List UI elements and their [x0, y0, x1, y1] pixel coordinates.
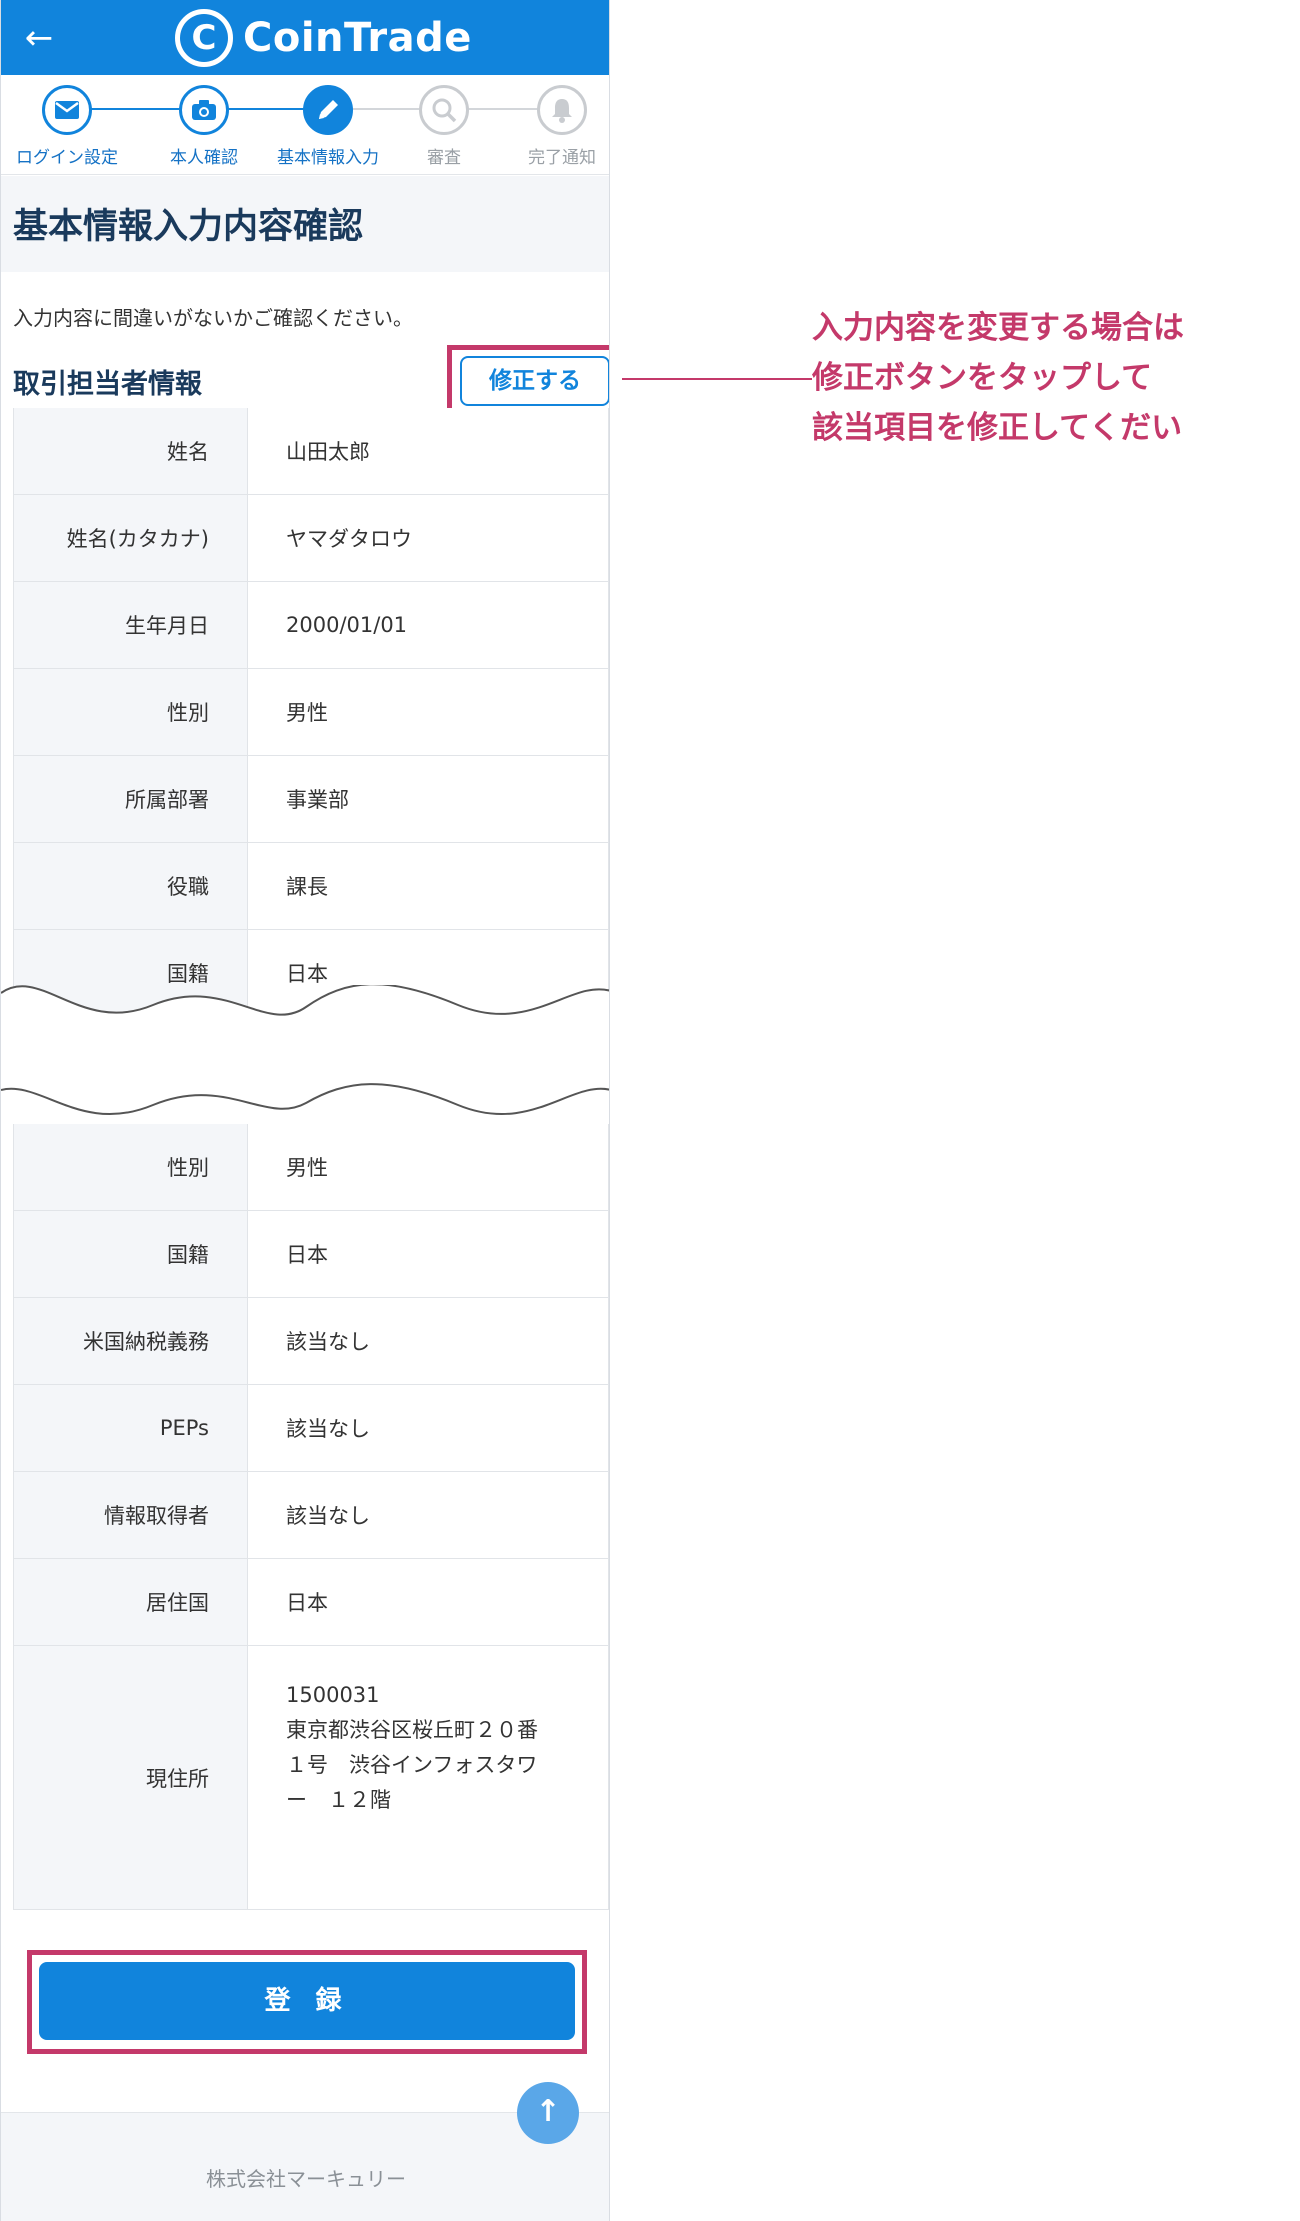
annotation-connector	[622, 378, 812, 380]
step-review: 審査	[384, 85, 504, 168]
annotation-line: 該当項目を修正してくだい	[812, 410, 1183, 446]
row-label: PEPs	[14, 1385, 247, 1471]
row-value: 1500031 東京都渋谷区桜丘町２０番 １号 渋谷インフォスタワ ー １２階	[247, 1646, 608, 1909]
step-label: 審査	[427, 148, 461, 168]
row-value: 山田太郎	[247, 408, 608, 494]
row-value: 該当なし	[247, 1472, 608, 1558]
row-label: 現住所	[14, 1646, 247, 1909]
scroll-to-top-icon[interactable]: ↑	[517, 2082, 579, 2144]
row-label: 情報取得者	[14, 1472, 247, 1558]
table-row: 生年月日 2000/01/01	[14, 582, 608, 669]
row-label: 姓名	[14, 408, 247, 494]
page-title: 基本情報入力内容確認	[13, 207, 364, 247]
table-row-address: 現住所 1500031 東京都渋谷区桜丘町２０番 １号 渋谷インフォスタワ ー １…	[14, 1646, 608, 1910]
table-row: 情報取得者 該当なし	[14, 1472, 608, 1559]
table-row: 役職 課長	[14, 843, 608, 930]
coin-logo-icon: C	[175, 9, 233, 67]
row-value: 該当なし	[247, 1385, 608, 1471]
row-value: 事業部	[247, 756, 608, 842]
table-break-wave	[1, 985, 609, 1116]
annotation-note: 入力内容を変更する場合は 修正ボタンをタップして 該当項目を修正してくだい	[812, 303, 1282, 453]
step-label: 基本情報入力	[277, 148, 379, 168]
app-name: CoinTrade	[243, 15, 472, 61]
step-label: 本人確認	[170, 148, 238, 168]
table-row: 姓名 山田太郎	[14, 408, 608, 495]
step-complete: 完了通知	[502, 85, 609, 168]
step-basic-info: 基本情報入力	[268, 85, 388, 168]
mail-icon	[42, 85, 92, 135]
table-row: 居住国 日本	[14, 1559, 608, 1646]
table-row: 性別 男性	[14, 669, 608, 756]
page-title-band: 基本情報入力内容確認	[1, 176, 609, 272]
table-row: 性別 男性	[14, 1124, 608, 1211]
info-table-bottom: 性別 男性 国籍 日本 米国納税義務 該当なし PEPs 該当なし 情報取得者 該当なし 居住国 日本…	[13, 1124, 609, 1910]
table-row: 国籍 日本	[14, 1211, 608, 1298]
row-value: 課長	[247, 843, 608, 929]
row-value: 日本	[247, 1559, 608, 1645]
pencil-icon	[303, 85, 353, 135]
step-login: ログイン設定	[7, 85, 127, 168]
company-name: 株式会社マーキュリー	[206, 2167, 406, 2191]
table-row: 所属部署 事業部	[14, 756, 608, 843]
row-value: 該当なし	[247, 1298, 608, 1384]
row-value: 2000/01/01	[247, 582, 608, 668]
register-button[interactable]: 登 録	[39, 1962, 575, 2040]
row-value: 男性	[247, 1124, 608, 1210]
table-row: PEPs 該当なし	[14, 1385, 608, 1472]
edit-button-highlight	[447, 345, 609, 416]
app-header: ← C CoinTrade	[1, 0, 609, 75]
app-logo: C CoinTrade	[175, 8, 472, 68]
row-label: 姓名(カタカナ)	[14, 495, 247, 581]
back-arrow-icon[interactable]: ←	[19, 18, 59, 58]
bell-icon	[537, 85, 587, 135]
magnifier-icon	[419, 85, 469, 135]
section-title: 取引担当者情報	[13, 369, 202, 400]
row-label: 性別	[14, 669, 247, 755]
camera-icon	[179, 85, 229, 135]
row-label: 国籍	[14, 1211, 247, 1297]
step-label: ログイン設定	[16, 148, 118, 168]
table-row: 姓名(カタカナ) ヤマダタロウ	[14, 495, 608, 582]
row-label: 居住国	[14, 1559, 247, 1645]
row-value: 男性	[247, 669, 608, 755]
row-label: 所属部署	[14, 756, 247, 842]
row-label: 米国納税義務	[14, 1298, 247, 1384]
step-label: 完了通知	[528, 148, 596, 168]
coin-logo-letter: C	[180, 14, 228, 62]
annotation-line: 入力内容を変更する場合は	[812, 310, 1184, 346]
row-label: 性別	[14, 1124, 247, 1210]
row-value: 日本	[247, 1211, 608, 1297]
progress-steps: ログイン設定 本人確認 基本情報入力 審査 完了通知	[1, 75, 609, 175]
row-label: 生年月日	[14, 582, 247, 668]
row-value: ヤマダタロウ	[247, 495, 608, 581]
footer: 株式会社マーキュリー	[1, 2112, 609, 2221]
info-table-top: 姓名 山田太郎 姓名(カタカナ) ヤマダタロウ 生年月日 2000/01/01 性別 男性 所属…	[13, 408, 609, 1017]
table-row: 米国納税義務 該当なし	[14, 1298, 608, 1385]
step-identity: 本人確認	[144, 85, 264, 168]
row-label: 役職	[14, 843, 247, 929]
intro-text: 入力内容に間違いがないかご確認ください。	[13, 306, 413, 330]
annotation-line: 修正ボタンをタップして	[812, 360, 1153, 396]
phone-screen: ← C CoinTrade ログイン設定 本人確認 基本情報入力 審査 完了通知…	[0, 0, 610, 2221]
